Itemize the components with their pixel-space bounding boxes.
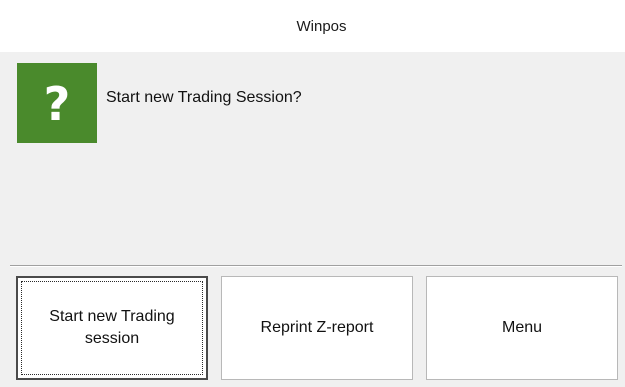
reprint-button-label: Reprint Z-report bbox=[260, 319, 374, 336]
dialog-message: Start new Trading Session? bbox=[106, 89, 302, 106]
separator bbox=[10, 265, 622, 267]
title-bar: Winpos bbox=[0, 0, 625, 52]
start-button-label: Start new Trading session bbox=[49, 308, 175, 347]
question-icon: ? bbox=[17, 63, 97, 143]
window-title: Winpos bbox=[296, 17, 347, 35]
menu-button[interactable]: Menu bbox=[426, 276, 618, 380]
start-new-trading-session-button[interactable]: Start new Trading session bbox=[16, 276, 208, 380]
reprint-z-report-button[interactable]: Reprint Z-report bbox=[221, 276, 413, 380]
question-mark-glyph: ? bbox=[43, 77, 71, 131]
winpos-dialog: Winpos ? Start new Trading Session? Star… bbox=[0, 0, 625, 387]
menu-button-label: Menu bbox=[501, 319, 543, 336]
